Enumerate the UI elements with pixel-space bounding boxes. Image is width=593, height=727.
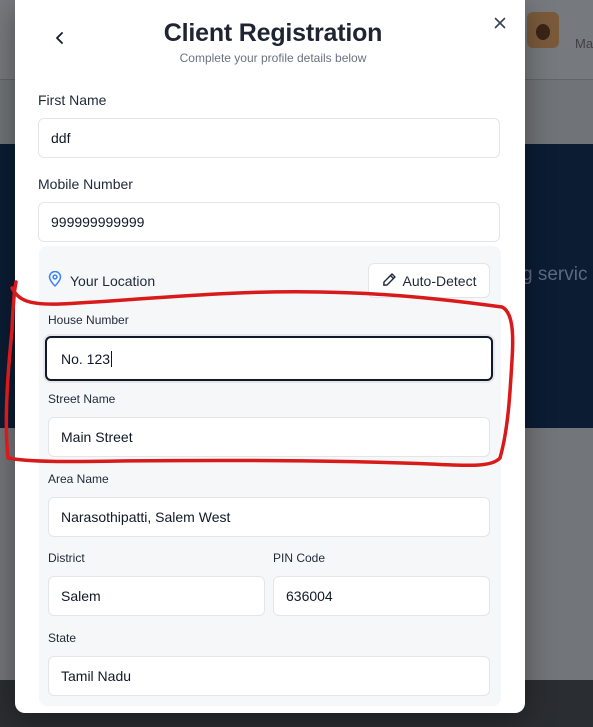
mobile-number-field[interactable]: 999999999999	[38, 202, 500, 242]
area-name-field[interactable]: Narasothipatti, Salem West	[48, 497, 490, 537]
modal-title: Client Registration	[163, 19, 383, 47]
pin-code-label: PIN Code	[273, 551, 326, 565]
house-number-value: No. 123	[61, 350, 111, 367]
auto-detect-button[interactable]: Auto-Detect	[368, 263, 490, 298]
avatar[interactable]	[527, 12, 559, 48]
mobile-number-label: Mobile Number	[38, 176, 133, 192]
house-number-label: House Number	[48, 313, 129, 327]
street-name-field[interactable]: Main Street	[48, 417, 490, 457]
modal-subtitle: Complete your profile details below	[179, 51, 367, 65]
first-name-label: First Name	[38, 92, 107, 108]
state-label: State	[48, 631, 77, 645]
location-title: Your Location	[70, 272, 156, 289]
background-hero-text: g servic	[522, 264, 588, 285]
district-label: District	[48, 551, 85, 565]
area-name-label: Area Name	[48, 472, 109, 486]
pencil-icon	[382, 272, 397, 290]
text-caret	[111, 350, 113, 367]
location-heading: Your Location	[48, 270, 156, 290]
first-name-field[interactable]: ddf	[38, 118, 500, 158]
district-field[interactable]: Salem	[48, 576, 265, 616]
background-user-name: Ma	[575, 36, 593, 51]
house-number-field[interactable]: No. 123	[45, 336, 493, 381]
state-field[interactable]: Tamil Nadu	[48, 656, 490, 696]
street-name-label: Street Name	[48, 392, 116, 406]
map-pin-icon	[48, 270, 62, 290]
registration-modal: Client Registration Complete your profil…	[15, 0, 525, 713]
auto-detect-label: Auto-Detect	[402, 272, 477, 289]
pin-code-field[interactable]: 636004	[273, 576, 490, 616]
